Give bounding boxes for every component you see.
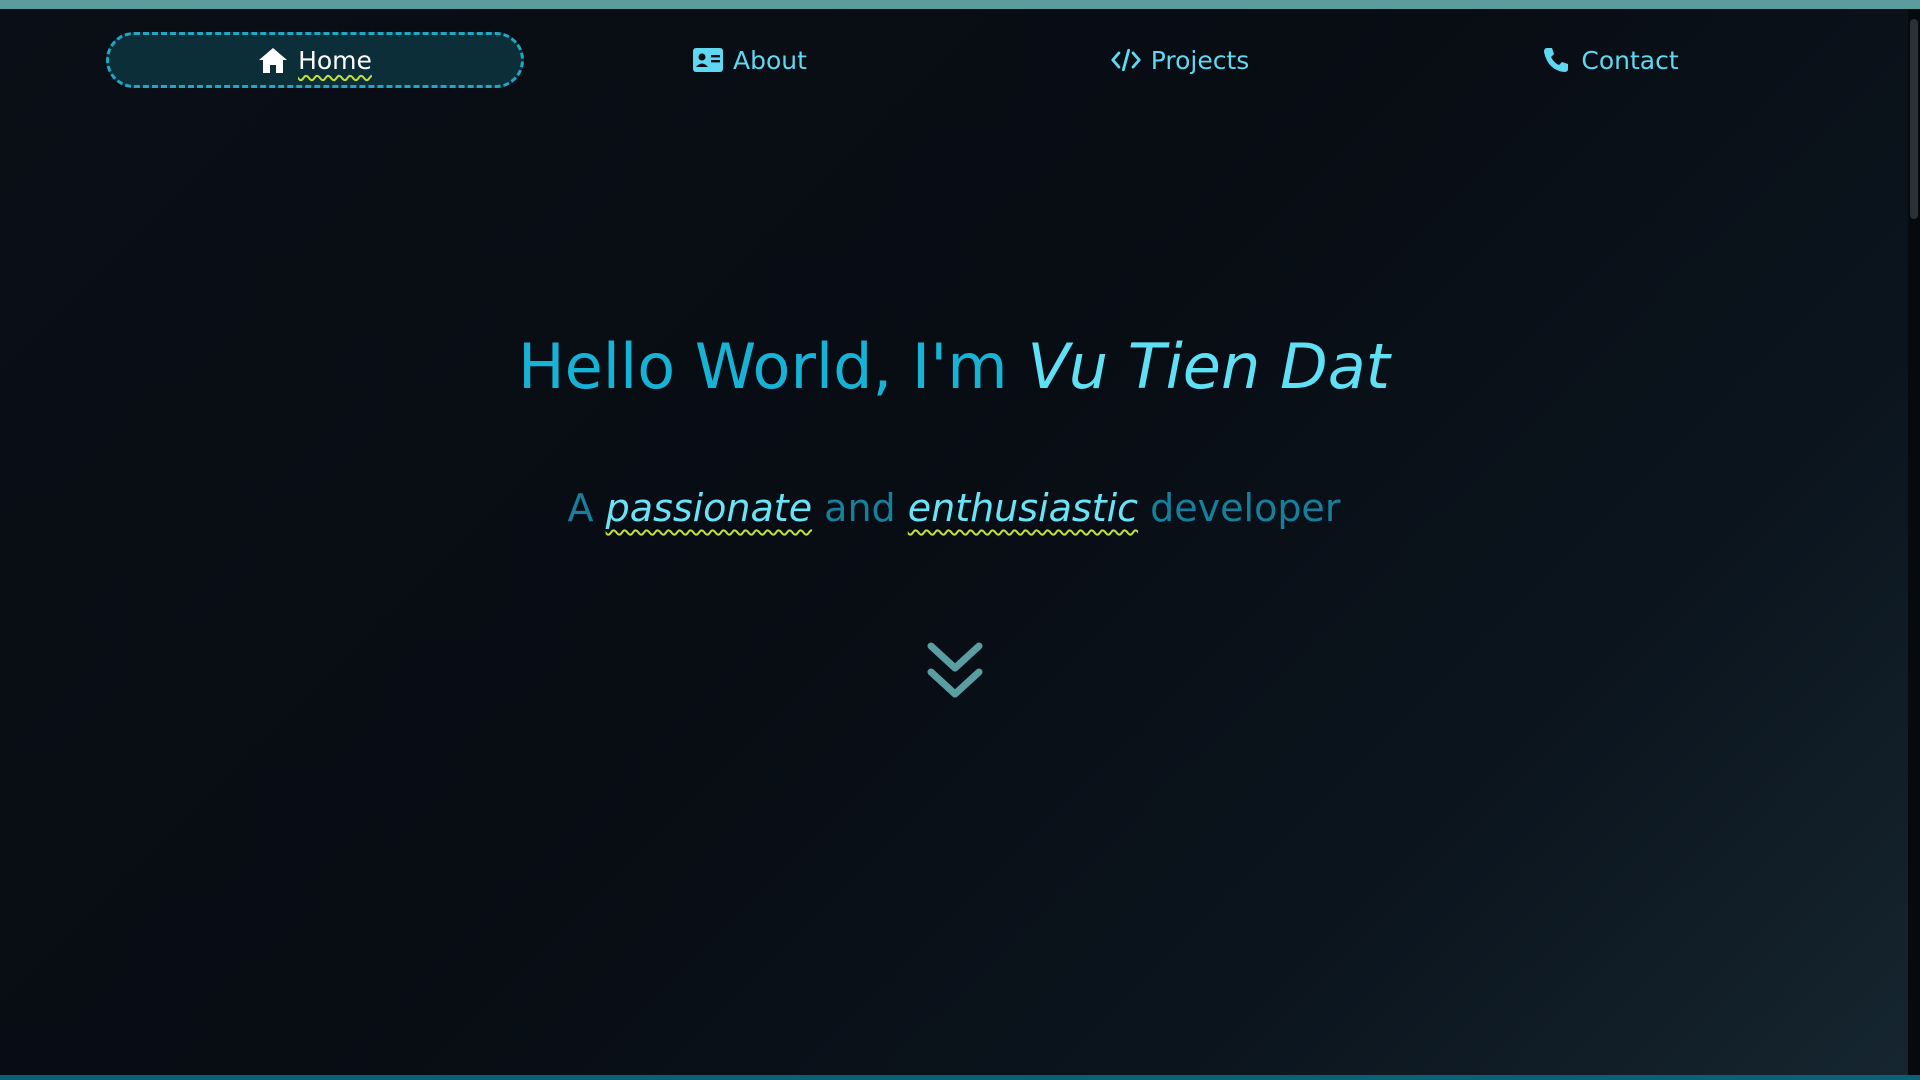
- hero-title-prefix: Hello World, I'm: [517, 330, 1028, 403]
- hero-sub-part-1: A: [567, 486, 606, 530]
- highlight-passionate: passionate: [605, 486, 813, 530]
- nav-item-about[interactable]: About: [640, 32, 860, 88]
- nav-item-contact[interactable]: Contact: [1500, 32, 1720, 88]
- hero-sub-part-2: and: [812, 486, 908, 530]
- phone-icon: [1541, 45, 1571, 75]
- nav-item-projects[interactable]: Projects: [1060, 32, 1300, 88]
- hero-title: Hello World, I'm Vu Tien Dat: [0, 330, 1908, 403]
- chevron-double-down-icon[interactable]: [925, 640, 985, 702]
- hero-sub-part-3: developer: [1138, 486, 1341, 530]
- hero-subtitle: A passionate and enthusiastic developer: [0, 486, 1908, 530]
- scrollbar-thumb[interactable]: [1910, 19, 1918, 219]
- main-nav: Home About Projects Contact: [0, 30, 1908, 94]
- nav-item-home[interactable]: Home: [106, 32, 524, 88]
- code-icon: [1111, 45, 1141, 75]
- nav-label-projects: Projects: [1150, 45, 1250, 75]
- bottom-accent-bar: [0, 1075, 1920, 1080]
- nav-label-about: About: [733, 45, 807, 75]
- home-icon: [258, 45, 288, 75]
- highlight-enthusiastic: enthusiastic: [907, 486, 1139, 530]
- page: Home About Projects Contact Hello World,…: [0, 0, 1920, 1080]
- hero-name: Vu Tien Dat: [1027, 330, 1390, 403]
- id-card-icon: [693, 45, 724, 75]
- page-scrollbar[interactable]: [1908, 9, 1920, 1075]
- nav-label-home: Home: [298, 45, 372, 75]
- nav-label-contact: Contact: [1581, 45, 1679, 75]
- top-accent-bar: [0, 0, 1920, 9]
